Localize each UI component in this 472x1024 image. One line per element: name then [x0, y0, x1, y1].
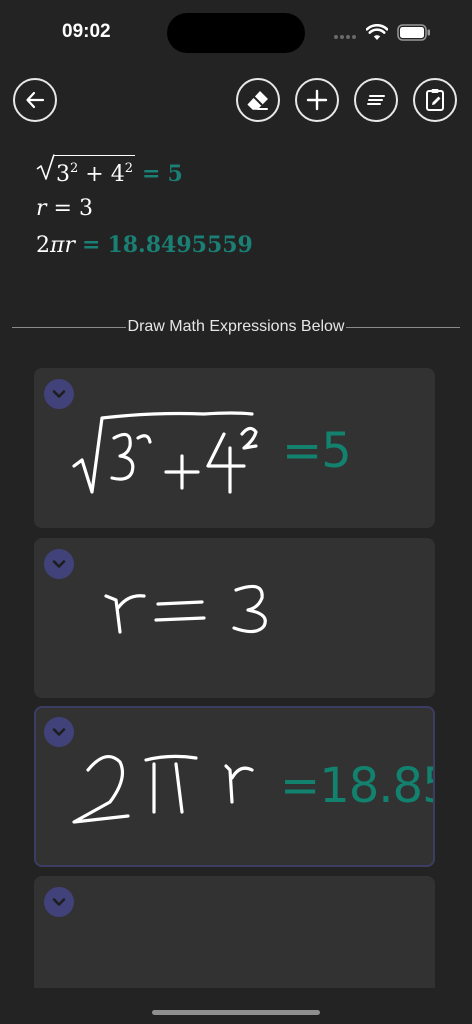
clipboard-button[interactable] — [413, 78, 457, 122]
status-bar: 09:02 — [0, 0, 472, 64]
equals-sign: = — [142, 161, 161, 187]
app-screen: 09:02 32 + 42 = 5 r = 3 2πr = 18.8495559… — [0, 0, 472, 1024]
battery-icon — [397, 24, 430, 41]
square-root-expression: 32 + 42 — [36, 154, 135, 193]
chevron-down-icon — [52, 898, 66, 906]
divider-line-right — [346, 326, 460, 328]
result-line-3: 2πr = 18.8495559 — [36, 227, 452, 263]
radicand-base-b: 4 — [110, 162, 125, 187]
result-value: 18.8495559 — [107, 232, 253, 258]
drawing-canvas-3[interactable]: =18.85 — [34, 706, 435, 867]
result-value: 5 — [167, 161, 183, 187]
exponent-a: 2 — [70, 161, 79, 176]
plus-operator: + — [85, 162, 104, 187]
radicand-base-a: 3 — [56, 162, 70, 187]
result-coefficient: 2 — [36, 233, 50, 258]
exponent-b: 2 — [124, 161, 133, 176]
lines-icon — [367, 95, 385, 105]
results-list: 32 + 42 = 5 r = 3 2πr = 18.8495559 — [36, 154, 452, 263]
eraser-icon — [247, 91, 268, 110]
equals-sign: = — [82, 232, 101, 258]
add-button[interactable] — [295, 78, 339, 122]
result-rhs: 3 — [78, 196, 93, 221]
handwritten-answer: =5 — [282, 423, 352, 479]
handwriting-ink — [72, 411, 258, 494]
status-time: 09:02 — [62, 21, 111, 42]
handwritten-answer: =18.85 — [280, 758, 435, 814]
radicand: 32 + 42 — [54, 155, 135, 188]
drawing-canvas-4[interactable] — [34, 876, 435, 988]
section-divider: Draw Math Expressions Below — [12, 316, 460, 338]
collapse-button[interactable] — [44, 887, 74, 917]
wifi-icon — [366, 24, 388, 40]
result-pi: π — [50, 233, 65, 258]
equals-sign: = — [53, 196, 72, 221]
divider-label: Draw Math Expressions Below — [127, 318, 345, 335]
radical-sign — [36, 154, 55, 180]
clipboard-edit-icon — [426, 89, 444, 111]
toolbar — [0, 76, 472, 126]
arrow-left-icon — [26, 91, 45, 109]
handwriting-ink — [104, 584, 267, 634]
back-button[interactable] — [13, 78, 57, 122]
result-lhs: r — [36, 196, 47, 221]
cellular-signal-icon — [334, 35, 356, 39]
format-button[interactable] — [354, 78, 398, 122]
result-line-2: r = 3 — [36, 191, 452, 227]
dynamic-island — [167, 13, 305, 53]
home-indicator[interactable] — [152, 1010, 320, 1015]
plus-icon — [306, 89, 328, 111]
eraser-button[interactable] — [236, 78, 280, 122]
result-line-1: 32 + 42 = 5 — [36, 154, 452, 193]
result-variable: r — [64, 233, 75, 258]
drawing-canvas-1[interactable]: =5 — [34, 368, 435, 528]
drawing-canvas-2[interactable] — [34, 538, 435, 698]
divider-line-left — [12, 326, 126, 328]
